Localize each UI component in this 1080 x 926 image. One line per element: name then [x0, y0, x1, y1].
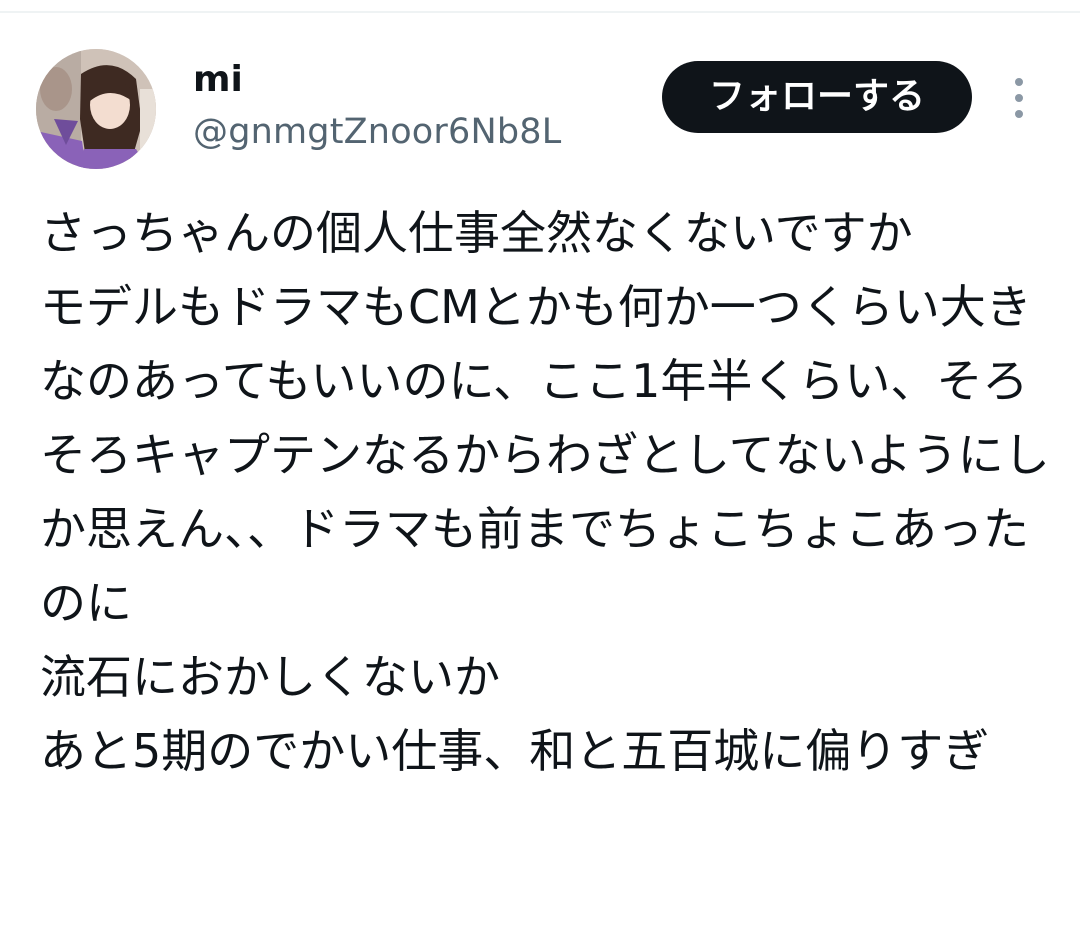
more-vertical-icon[interactable]: [1002, 74, 1036, 122]
avatar[interactable]: [36, 49, 156, 169]
author-display-name[interactable]: mi: [193, 56, 243, 104]
author-handle[interactable]: @gnmgtZnoor6Nb8L: [193, 108, 561, 156]
top-divider: [0, 11, 1080, 13]
follow-button[interactable]: フォローする: [662, 61, 972, 133]
avatar-image: [36, 49, 156, 169]
tweet-text: さっちゃんの個人仕事全然なくないですか モデルもドラマもCMとかも何か一つくらい…: [40, 206, 1050, 778]
